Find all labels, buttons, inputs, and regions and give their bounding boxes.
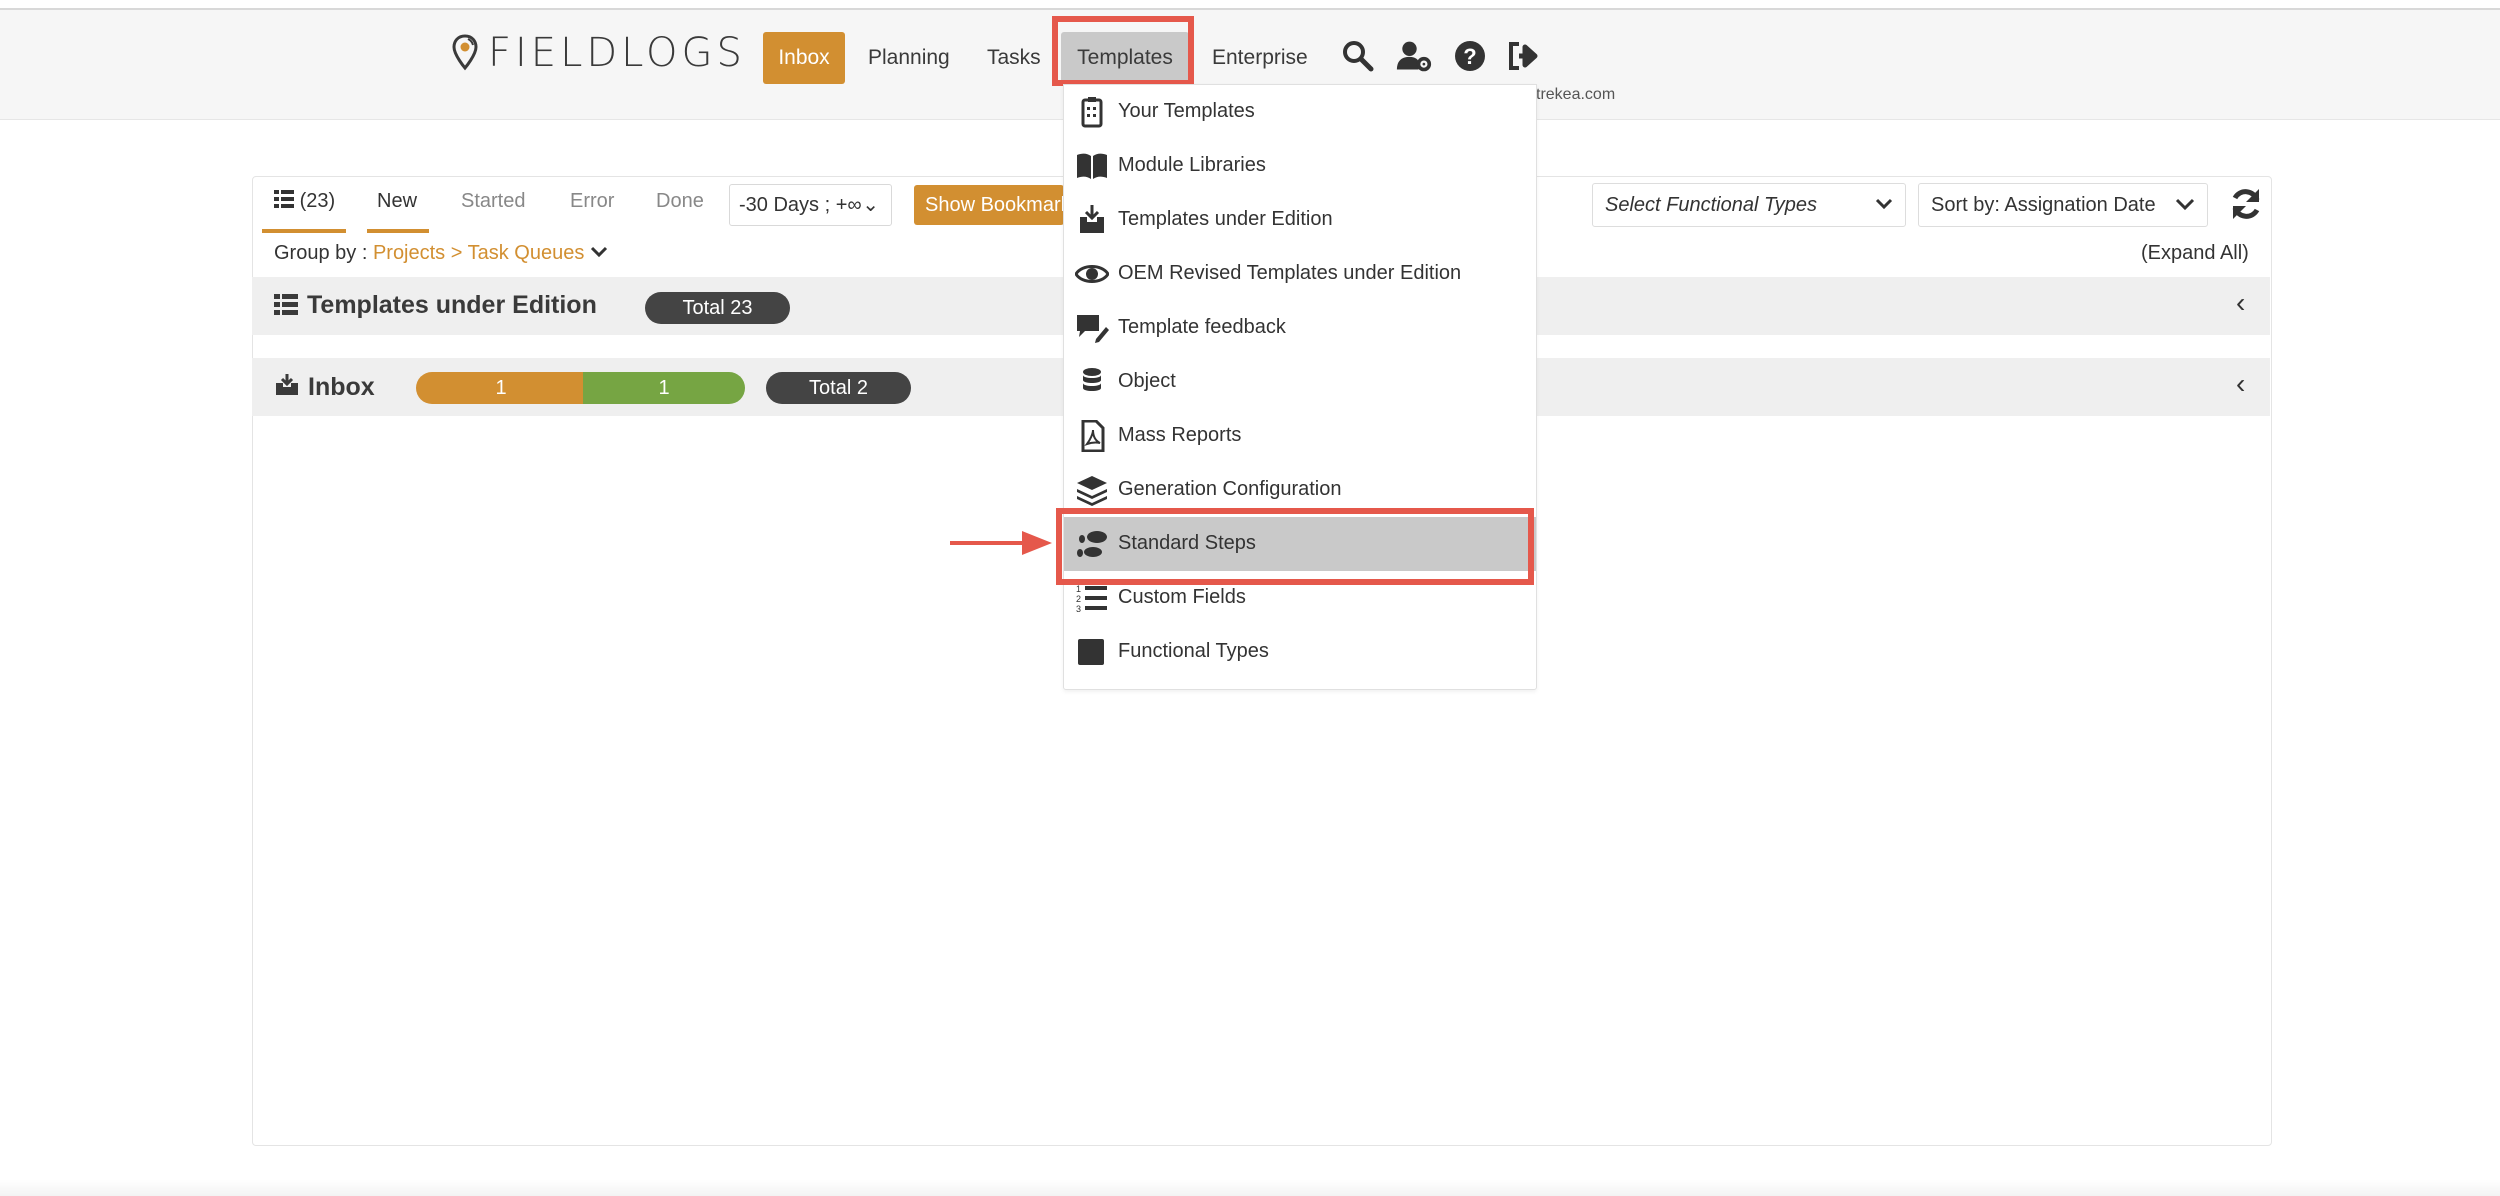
menu-item-label: Mass Reports: [1118, 424, 1242, 446]
location-pin-icon: [452, 34, 478, 71]
total-badge: Total 23: [645, 292, 790, 324]
logo[interactable]: FIELDLOGS: [452, 30, 746, 76]
menu-item-your-templates[interactable]: Your Templates: [1064, 85, 1536, 139]
list-count: (23): [299, 190, 336, 212]
logo-text: FIELDLOGS: [488, 30, 746, 76]
clipboard-list-icon: [1081, 97, 1103, 128]
menu-item-oem-revised-templates[interactable]: OEM Revised Templates under Edition: [1064, 247, 1536, 301]
tab-done[interactable]: Done: [656, 190, 704, 213]
menu-item-label: Custom Fields: [1118, 586, 1246, 608]
menu-item-mass-reports[interactable]: Mass Reports: [1064, 409, 1536, 463]
menu-item-templates-under-edition[interactable]: Templates under Edition: [1064, 193, 1536, 247]
square-icon: [1078, 639, 1104, 665]
menu-item-label: Template feedback: [1118, 316, 1286, 338]
chevron-down-icon: [1875, 198, 1893, 210]
nav-enterprise[interactable]: Enterprise: [1212, 32, 1308, 84]
chevron-down-icon[interactable]: [590, 246, 608, 258]
menu-item-module-libraries[interactable]: Module Libraries: [1064, 139, 1536, 193]
group-by-label: Group by :: [274, 242, 373, 264]
list-icon: [274, 190, 294, 208]
numbered-list-icon: 1 2 3: [1076, 584, 1107, 614]
menu-item-label: Object: [1118, 370, 1176, 392]
tab-new[interactable]: New: [377, 190, 417, 213]
list-icon: [274, 294, 298, 315]
svg-text:3: 3: [1076, 604, 1081, 614]
user-settings-icon[interactable]: [1396, 38, 1432, 74]
layers-icon: [1077, 476, 1107, 506]
user-email: trekea.com: [1536, 86, 1616, 103]
sort-select[interactable]: Sort by: Assignation Date: [1918, 183, 2208, 227]
refresh-icon[interactable]: [2228, 186, 2264, 222]
svg-text:?: ?: [1463, 44, 1476, 69]
logout-icon[interactable]: [1505, 38, 1541, 74]
menu-item-label: OEM Revised Templates under Edition: [1118, 262, 1462, 284]
tab-underline: [367, 229, 429, 233]
chevron-down-icon: ⌄: [862, 194, 879, 216]
chevron-left-icon[interactable]: ‹: [2236, 368, 2245, 400]
database-icon: [1083, 368, 1101, 391]
highlight-standard-steps-box: [1056, 508, 1534, 585]
book-open-icon: [1077, 153, 1107, 179]
expand-all-link[interactable]: (Expand All): [2141, 242, 2249, 265]
svg-text:1: 1: [1076, 584, 1081, 594]
nav-planning[interactable]: Planning: [868, 32, 950, 84]
list-count-tab[interactable]: (23): [274, 190, 335, 213]
section-title: Inbox: [308, 373, 375, 401]
date-range-value: -30 Days ; +∞: [739, 194, 862, 216]
total-badge: Total 2: [766, 372, 911, 404]
tab-underline: [262, 229, 346, 233]
status-bar-segment: 1: [583, 372, 745, 404]
functional-types-placeholder: Select Functional Types: [1605, 194, 1817, 216]
search-icon[interactable]: [1340, 38, 1376, 74]
chevron-left-icon[interactable]: ‹: [2236, 287, 2245, 319]
inbox-download-icon: [1080, 205, 1104, 233]
menu-item-template-feedback[interactable]: Template feedback: [1064, 301, 1536, 355]
chevron-down-icon: [2175, 198, 2195, 211]
templates-dropdown-menu: Your Templates Module Libraries Template…: [1063, 84, 1537, 690]
status-bar-segment: 1: [416, 372, 586, 404]
menu-item-label: Generation Configuration: [1118, 478, 1342, 500]
menu-item-label: Functional Types: [1118, 640, 1269, 662]
nav-inbox[interactable]: Inbox: [763, 32, 845, 84]
tab-started[interactable]: Started: [461, 190, 525, 213]
group-by-link[interactable]: Projects > Task Queues: [373, 242, 584, 264]
highlight-templates-box: [1052, 16, 1194, 86]
section-title: Templates under Edition: [307, 291, 597, 319]
nav-tasks[interactable]: Tasks: [987, 32, 1041, 84]
comment-edit-icon: [1077, 315, 1109, 343]
date-range-select[interactable]: -30 Days ; +∞ ⌄: [729, 184, 892, 226]
tab-error[interactable]: Error: [570, 190, 614, 213]
group-by: Group by : Projects > Task Queues: [274, 242, 608, 265]
sort-value: Sort by: Assignation Date: [1931, 194, 2156, 216]
eye-icon: [1075, 265, 1109, 283]
pointer-arrow-icon: [950, 531, 1052, 555]
menu-item-label: Templates under Edition: [1118, 208, 1333, 230]
menu-item-functional-types[interactable]: Functional Types: [1064, 625, 1536, 679]
help-icon[interactable]: ?: [1452, 38, 1488, 74]
show-bookmarks-button[interactable]: Show Bookmarks: [914, 185, 1064, 225]
menu-item-object[interactable]: Object: [1064, 355, 1536, 409]
svg-text:2: 2: [1076, 594, 1081, 604]
page-bottom: [0, 1180, 2500, 1196]
inbox-icon: [276, 374, 298, 395]
file-pdf-icon: [1081, 420, 1105, 452]
menu-item-label: Your Templates: [1118, 100, 1255, 122]
functional-types-select[interactable]: Select Functional Types: [1592, 183, 1906, 227]
menu-item-label: Module Libraries: [1118, 154, 1266, 176]
